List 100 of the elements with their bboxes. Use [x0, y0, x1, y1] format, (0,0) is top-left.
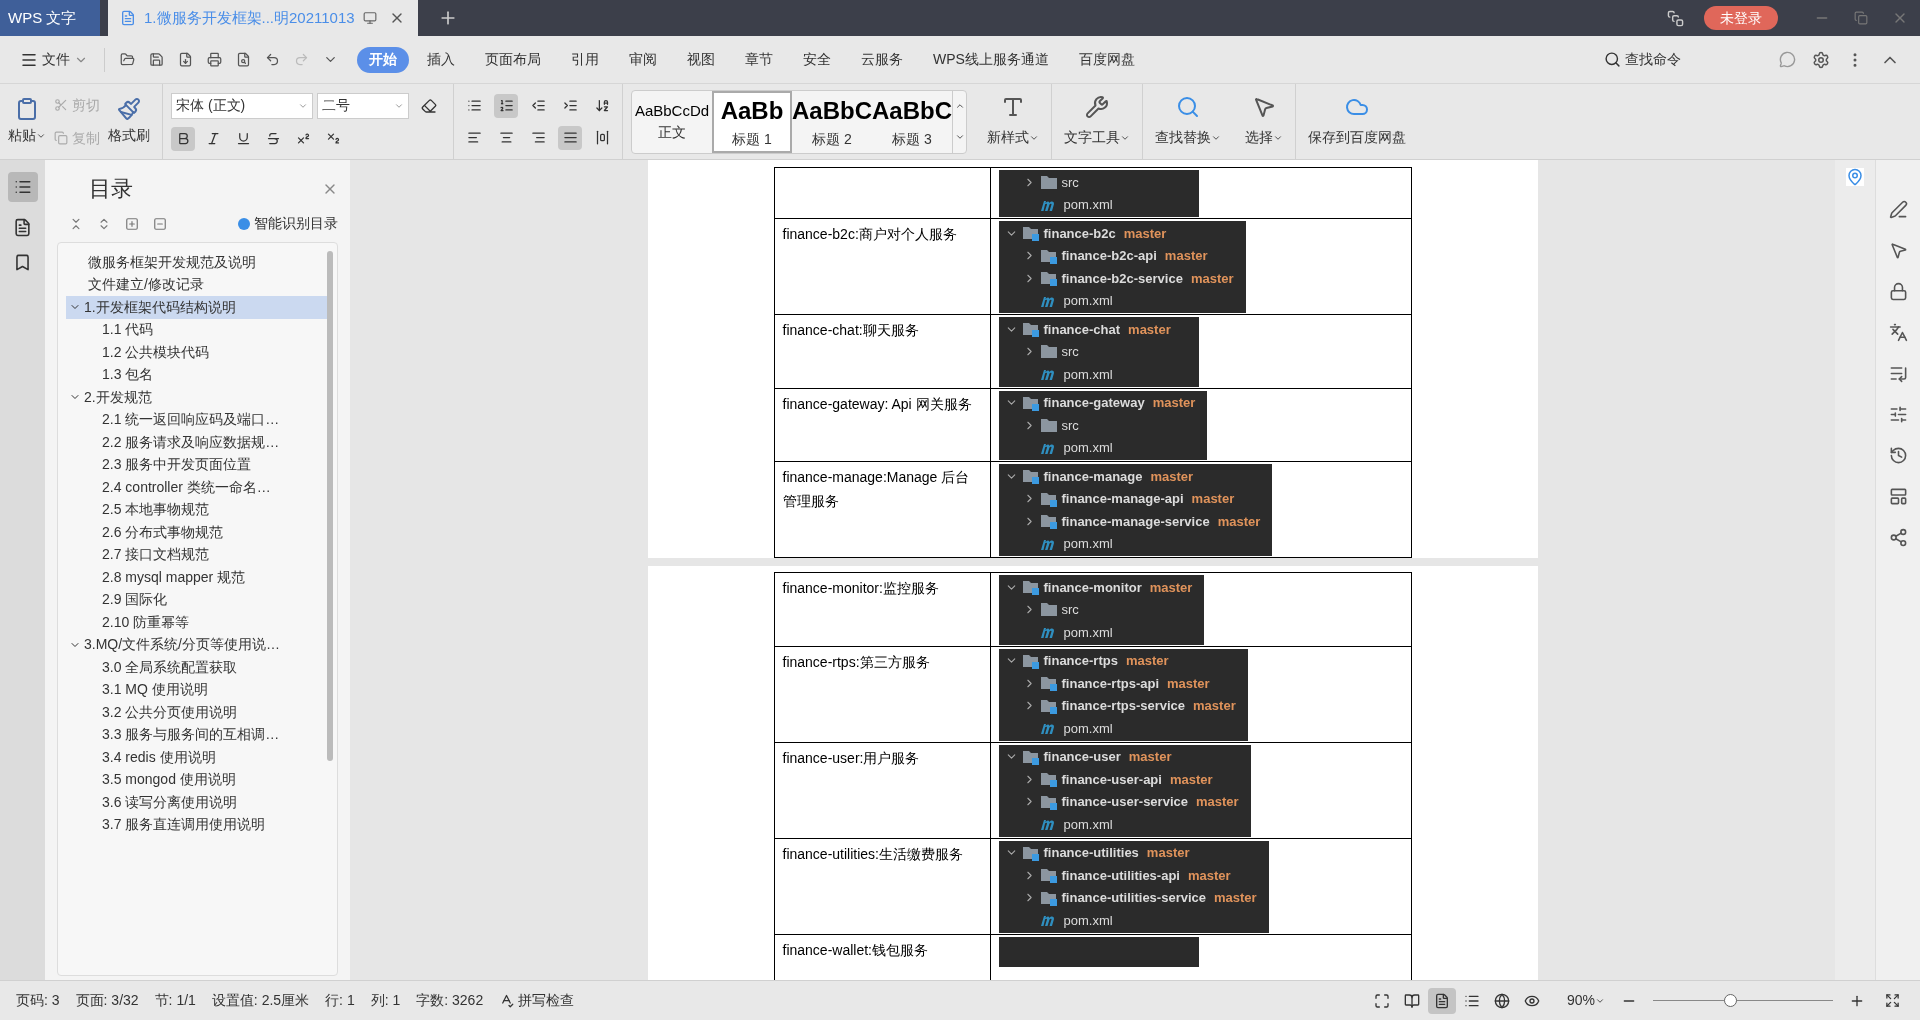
toc-item[interactable]: 2.7 接口文档规范 — [66, 543, 327, 566]
menu-tab[interactable]: 引用 — [559, 46, 611, 73]
page-list-icon[interactable] — [13, 218, 32, 237]
toc-item[interactable]: 2.8 mysql mapper 规范 — [66, 566, 327, 589]
toc-item[interactable]: 2.开发规范 — [66, 386, 327, 409]
copy-icon — [54, 131, 68, 145]
scrollbar-thumb[interactable] — [327, 251, 333, 761]
layout-icon[interactable] — [1888, 487, 1908, 506]
align-left-icon — [466, 130, 482, 145]
spell-check-button[interactable]: 拼写检查 — [499, 990, 575, 1011]
toc-item[interactable]: 3.3 服务与服务间的互相调… — [66, 723, 327, 746]
menu-tab[interactable]: 百度网盘 — [1066, 46, 1147, 73]
open-icon[interactable] — [120, 52, 135, 67]
toc-item[interactable]: 3.0 全局系统配置获取 — [66, 656, 327, 679]
module-folder-icon — [1039, 771, 1058, 788]
scroll-up-icon[interactable] — [954, 101, 965, 111]
tool-button[interactable]: 查找替换 — [1143, 84, 1233, 159]
history-icon[interactable] — [1888, 446, 1908, 465]
toc-item[interactable]: 3.7 服务直连调用使用说明 — [66, 813, 327, 836]
eraser-icon[interactable] — [421, 97, 437, 114]
share-icon[interactable] — [1888, 528, 1908, 547]
toc-item[interactable]: 3.2 公共分页使用说明 — [66, 701, 327, 724]
style-preset[interactable]: AaBbC 标题 3 — [872, 90, 952, 153]
preview-icon[interactable] — [236, 52, 251, 67]
view-button[interactable] — [1427, 987, 1456, 1014]
module-folder-icon — [1039, 270, 1058, 287]
list-icon[interactable] — [1888, 364, 1908, 383]
sliders-icon[interactable] — [1888, 405, 1908, 424]
toc-item[interactable]: 2.4 controller 类统一命名… — [66, 476, 327, 499]
remove-level-icon[interactable] — [153, 216, 167, 231]
menu-tab[interactable]: 插入 — [415, 46, 467, 73]
menu-tab[interactable]: 章节 — [733, 46, 785, 73]
toc-item[interactable]: 2.3 服务中开发页面位置 — [66, 453, 327, 476]
menu-tab[interactable]: WPS线上服务通道 — [921, 46, 1061, 73]
format-painter-button[interactable]: 格式刷 — [108, 97, 150, 146]
font-family-select[interactable]: 宋体 (正文) — [171, 92, 313, 119]
outline-tab[interactable] — [7, 172, 38, 202]
toc-item[interactable]: 微服务框架开发规范及说明 — [66, 251, 327, 274]
toc-item[interactable]: 1.3 包名 — [66, 363, 327, 386]
save-icon[interactable] — [149, 52, 164, 67]
module-folder-icon — [1021, 652, 1040, 669]
toc-item[interactable]: 3.1 MQ 使用说明 — [66, 678, 327, 701]
list-icon — [13, 178, 32, 196]
scroll-down-icon[interactable] — [954, 132, 965, 142]
menu-tab[interactable]: 视图 — [675, 46, 727, 73]
toc-item[interactable]: 2.5 本地事物规范 — [66, 498, 327, 521]
pointer-icon[interactable] — [1888, 241, 1908, 260]
align-button[interactable] — [558, 125, 582, 150]
window-mode-icon[interactable] — [1667, 9, 1684, 27]
file-menu[interactable]: 文件 — [12, 49, 96, 70]
globe-icon — [1493, 992, 1510, 1009]
toc-item[interactable]: 2.10 防重幂等 — [66, 611, 327, 634]
app-tab[interactable]: WPS 文字 — [0, 0, 100, 36]
paragraph-button[interactable] — [494, 93, 518, 118]
zoom-slider[interactable] — [1653, 993, 1833, 1008]
translate-icon[interactable] — [1888, 323, 1908, 342]
toc-item[interactable]: 1.开发框架代码结构说明 — [66, 296, 327, 319]
style-preset[interactable]: AaBb 标题 1 — [712, 90, 792, 153]
pdf-icon[interactable] — [178, 52, 193, 67]
fit-window-icon[interactable] — [1885, 993, 1900, 1008]
bookmark-icon[interactable] — [13, 253, 32, 272]
toc-item[interactable]: 3.MQ/文件系统/分页等使用说… — [66, 633, 327, 656]
settings-icon[interactable] — [1812, 50, 1830, 69]
toc-item[interactable]: 2.2 服务请求及响应数据规… — [66, 431, 327, 454]
toc-item[interactable]: 2.1 统一返回响应码及端口… — [66, 408, 327, 431]
add-level-icon[interactable] — [125, 216, 139, 231]
toc-item[interactable]: 2.9 国际化 — [66, 588, 327, 611]
collapse-all-icon[interactable] — [69, 216, 83, 231]
toc-item[interactable]: 3.6 读写分离使用说明 — [66, 791, 327, 814]
toc-item[interactable]: 1.2 公共模块代码 — [66, 341, 327, 364]
toc-item[interactable]: 3.4 redis 使用说明 — [66, 746, 327, 769]
menu-tab[interactable]: 页面布局 — [473, 46, 553, 73]
tool-button[interactable]: 新样式 — [975, 84, 1052, 159]
lock-icon[interactable] — [1888, 282, 1908, 301]
italic-icon — [205, 131, 221, 146]
print-icon[interactable] — [207, 52, 222, 67]
location-icon[interactable] — [1846, 168, 1864, 186]
menu-tab[interactable]: 安全 — [791, 46, 843, 73]
zoom-select[interactable]: 90% — [1566, 990, 1605, 1011]
tool-button[interactable]: 选择 — [1233, 84, 1296, 159]
smart-toc-button[interactable]: 智能识别目录 — [238, 213, 338, 234]
toc-item[interactable]: 3.5 mongod 使用说明 — [66, 768, 327, 791]
tool-button[interactable]: 文字工具 — [1052, 84, 1143, 159]
style-preset[interactable]: AaBbCcDd 正文 — [632, 90, 712, 153]
font-size-select[interactable]: 二号 — [317, 92, 409, 119]
toc-item[interactable]: 1.1 代码 — [66, 318, 327, 341]
tree-item-name: finance-user-service — [1061, 793, 1188, 811]
undo-icon[interactable] — [265, 52, 280, 67]
pen-icon[interactable] — [1888, 200, 1908, 219]
paste-button[interactable]: 粘贴 — [8, 97, 46, 146]
toc-item[interactable]: 2.6 分布式事物规范 — [66, 521, 327, 544]
toc-item[interactable]: 文件建立/修改记录 — [66, 273, 327, 296]
tool-button[interactable]: 保存到百度网盘 — [1296, 84, 1418, 159]
menu-tab[interactable]: 审阅 — [617, 46, 669, 73]
menu-tab[interactable]: 云服务 — [849, 46, 915, 73]
search-command[interactable]: 查找命令 — [1604, 49, 1681, 70]
slider-thumb[interactable] — [1724, 994, 1738, 1007]
underline-icon — [235, 131, 251, 146]
style-preset[interactable]: AaBbC 标题 2 — [792, 90, 872, 153]
format-button[interactable] — [171, 126, 195, 151]
